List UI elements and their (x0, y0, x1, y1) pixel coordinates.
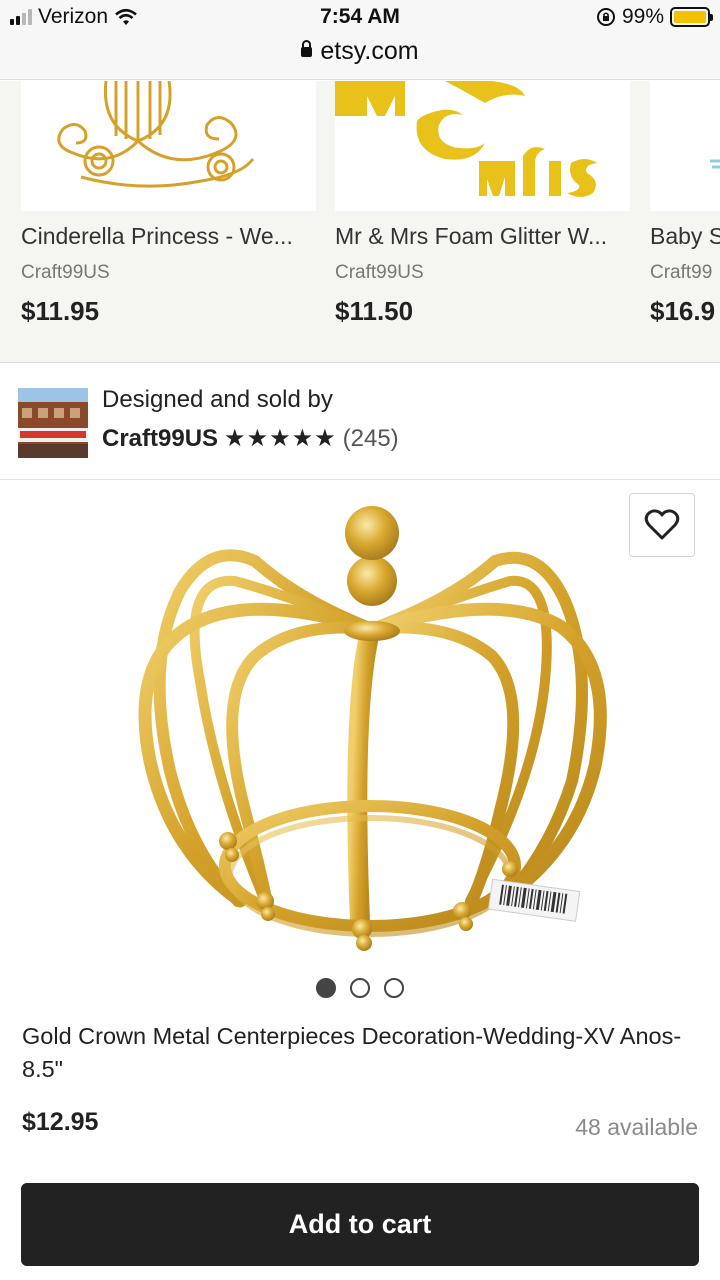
related-item-price: $16.9 (650, 296, 716, 326)
product-image-carousel[interactable] (0, 481, 720, 958)
url-text: etsy.com (320, 37, 419, 65)
heart-icon (644, 509, 680, 540)
battery-icon (670, 7, 713, 27)
mr-mrs-sign-image (335, 81, 597, 197)
availability-text: 48 available (575, 1114, 698, 1140)
carriage-image (57, 81, 255, 188)
lock-icon (301, 40, 313, 58)
review-count[interactable]: (245) (343, 425, 399, 453)
shop-name-link[interactable]: Craft99US (102, 425, 218, 453)
favorite-button[interactable] (629, 493, 695, 557)
add-to-cart-button[interactable]: Add to cart (21, 1183, 699, 1266)
rating-stars: ★★★★★ (224, 425, 337, 452)
related-item-title[interactable]: Baby S (650, 223, 720, 250)
pagination-dot[interactable] (316, 978, 336, 998)
product-title: Gold Crown Metal Centerpieces Decoration… (22, 1023, 682, 1082)
shop-avatar[interactable] (18, 388, 88, 458)
related-items-carousel[interactable]: Cinderella Princess - We... Craft99US $1… (0, 81, 720, 363)
status-bar: Verizon 7:54 AM 99% etsy.com (0, 0, 720, 80)
product-price: $12.95 (22, 1108, 99, 1136)
related-item-price: $11.50 (335, 296, 414, 326)
related-item-title[interactable]: Cinderella Princess - We... (21, 223, 316, 250)
related-item-image (21, 81, 316, 211)
related-item-card[interactable]: Cinderella Princess - We... Craft99US $1… (21, 81, 316, 327)
address-bar[interactable]: etsy.com (0, 37, 720, 66)
battery-percent: 99% (621, 5, 664, 28)
rotation-lock-icon (596, 8, 615, 26)
related-item-shop: Craft99US (335, 262, 424, 283)
crown-image (138, 506, 607, 951)
image-pagination[interactable] (0, 978, 720, 998)
related-item-image (335, 81, 630, 211)
related-item-title[interactable]: Mr & Mrs Foam Glitter W... (335, 223, 630, 250)
pagination-dot[interactable] (350, 978, 370, 998)
related-item-shop: Craft99US (21, 262, 110, 283)
seller-section[interactable]: Designed and sold by Craft99US ★★★★★ (24… (0, 364, 720, 480)
related-item-price: $11.95 (21, 296, 100, 326)
seller-heading: Designed and sold by (102, 386, 333, 413)
seller-info[interactable]: Craft99US ★★★★★ (245) (102, 424, 399, 453)
related-item-image (650, 81, 720, 211)
baby-item-image (710, 159, 720, 169)
battery-group: 99% (596, 5, 713, 29)
related-item-card[interactable]: Mr & Mrs Foam Glitter W... Craft99US $11… (335, 81, 630, 327)
related-item-card[interactable]: Baby S Craft99 $16.9 (650, 81, 720, 327)
related-item-shop: Craft99 (650, 262, 713, 283)
pagination-dot[interactable] (384, 978, 404, 998)
